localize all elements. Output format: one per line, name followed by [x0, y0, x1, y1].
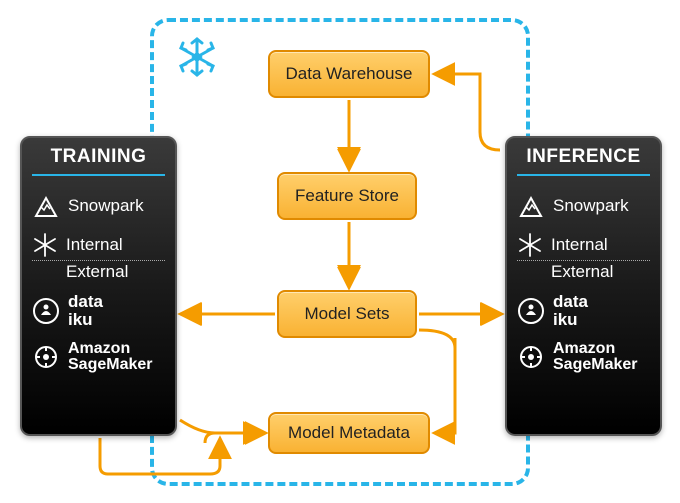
dataiku-icon — [32, 297, 60, 325]
panel-item-dataiku: data iku — [32, 287, 165, 335]
training-panel: TRAINING Snowpark Internal External data… — [20, 136, 177, 436]
panel-item-snowpark: Snowpark — [32, 186, 165, 226]
panel-label: iku — [68, 311, 103, 329]
node-model-metadata: Model Metadata — [268, 412, 430, 454]
panel-item-internal-external: Internal External — [32, 226, 165, 287]
snowpark-icon — [32, 192, 60, 220]
panel-title: TRAINING — [32, 146, 165, 176]
node-feature-store: Feature Store — [277, 172, 417, 220]
node-label: Data Warehouse — [286, 64, 413, 84]
node-label: Model Sets — [304, 304, 389, 324]
panel-label: iku — [553, 311, 588, 329]
panel-item-internal-external: Internal External — [517, 226, 650, 287]
panel-item-snowpark: Snowpark — [517, 186, 650, 226]
snowflake-small-icon — [32, 232, 58, 258]
panel-label: External — [66, 263, 128, 281]
panel-item-sagemaker: Amazon SageMaker — [517, 335, 650, 381]
dataiku-icon — [517, 297, 545, 325]
sagemaker-icon — [517, 343, 545, 371]
inference-panel: INFERENCE Snowpark Internal External dat… — [505, 136, 662, 436]
node-label: Feature Store — [295, 186, 399, 206]
panel-label: SageMaker — [553, 357, 638, 374]
panel-label: Snowpark — [68, 197, 144, 215]
panel-label: data — [68, 293, 103, 311]
snowflake-logo-icon — [175, 35, 219, 84]
panel-label: External — [551, 263, 613, 281]
panel-label: Snowpark — [553, 197, 629, 215]
node-model-sets: Model Sets — [277, 290, 417, 338]
node-data-warehouse: Data Warehouse — [268, 50, 430, 98]
panel-label: Internal — [551, 236, 608, 254]
panel-label: data — [553, 293, 588, 311]
dotted-divider — [517, 260, 650, 261]
node-label: Model Metadata — [288, 423, 410, 443]
panel-title: INFERENCE — [517, 146, 650, 176]
snowflake-small-icon — [517, 232, 543, 258]
panel-label: Internal — [66, 236, 123, 254]
snowpark-icon — [517, 192, 545, 220]
panel-item-dataiku: data iku — [517, 287, 650, 335]
panel-label: Amazon — [553, 341, 638, 358]
panel-label: Amazon — [68, 341, 153, 358]
panel-label: SageMaker — [68, 357, 153, 374]
panel-item-sagemaker: Amazon SageMaker — [32, 335, 165, 381]
dotted-divider — [32, 260, 165, 261]
sagemaker-icon — [32, 343, 60, 371]
